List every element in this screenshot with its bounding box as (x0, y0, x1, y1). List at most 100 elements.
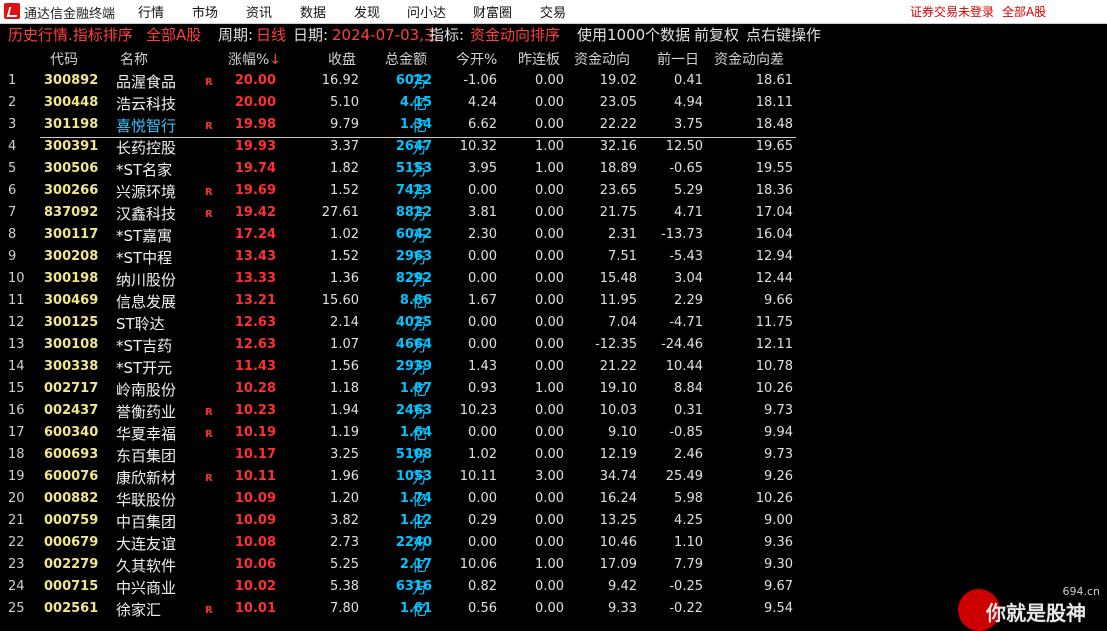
table-row[interactable]: 24 000715 中兴商业 10.02 5.38 6316 万 0.82 0.00 9.42 -0… (0, 577, 800, 599)
prev-day-flow: 3.75 (674, 117, 703, 132)
column-header-change[interactable]: 涨幅%↓ (228, 49, 281, 69)
amount-unit: 万 (412, 161, 428, 179)
stock-name: ST聆达 (116, 315, 165, 333)
column-header-streak[interactable]: 昨连板 (518, 49, 560, 69)
column-header-code[interactable]: 代码 (50, 49, 78, 69)
prev-day-flow: 25.49 (665, 469, 703, 484)
prev-day-flow: -24.46 (661, 337, 703, 352)
open-percent: 0.29 (468, 513, 497, 528)
table-row[interactable]: 25 002561 徐家汇 R 10.01 7.80 1.61 亿 0.56 0.00 9.33 -0… (0, 599, 800, 621)
table-row[interactable]: 12 300125 ST聆达 12.63 2.14 4025 万 0.00 0.00 7.04 -4… (0, 313, 800, 335)
stock-code: 300266 (44, 183, 99, 198)
fund-flow: 23.65 (599, 183, 637, 198)
menu-xiaoda[interactable]: 问小达 (407, 2, 446, 21)
table-row[interactable]: 14 300338 *ST开元 11.43 1.56 2939 万 1.43 0.00 21.22… (0, 357, 800, 379)
column-header-name[interactable]: 名称 (120, 49, 148, 69)
table-row[interactable]: 16 002437 誉衡药业 R 10.23 1.94 2463 万 10.23 0.00 10.0… (0, 401, 800, 423)
column-header-prev-day[interactable]: 前一日 (657, 49, 699, 69)
adjust-mode[interactable]: 前复权 (694, 24, 739, 46)
table-row[interactable]: 1 300892 品渥食品 R 20.00 16.92 6022 万 -1.06 0.00 19.0… (0, 71, 800, 93)
table-row[interactable]: 2 300448 浩云科技 20.00 5.10 4.15 亿 4.24 0.00 23.05 4.… (0, 93, 800, 115)
amount-unit: 万 (412, 535, 428, 553)
period-value[interactable]: 日线 (256, 24, 286, 46)
prev-day-flow: 10.44 (665, 359, 703, 374)
row-index: 21 (8, 513, 25, 528)
flow-diff: 11.75 (755, 315, 793, 330)
close-price: 2.14 (330, 315, 359, 330)
table-row[interactable]: 6 300266 兴源环境 R 19.69 1.52 7423 万 0.00 0.00 23.65 5… (0, 181, 800, 203)
flow-diff: 12.44 (755, 271, 793, 286)
stock-code: 000715 (44, 579, 99, 594)
table-row[interactable]: 18 600693 东百集团 10.17 3.25 5108 万 1.02 0.00 12.19 2… (0, 445, 800, 467)
table-row[interactable]: 5 300506 *ST名家 19.74 1.82 5153 万 3.95 1.00 18.89-… (0, 159, 800, 181)
close-price: 16.92 (321, 73, 359, 88)
amount-unit: 万 (412, 139, 428, 157)
fund-flow: 18.89 (599, 161, 637, 176)
table-row[interactable]: 11 300469 信息发展 13.21 15.60 8.86 亿 1.67 0.00 11.95… (0, 291, 800, 313)
menu-market-quotes[interactable]: 行情 (138, 2, 164, 21)
table-row[interactable]: 20 000882 华联股份 10.09 1.20 1.74 亿 0.00 0.00 16.24 5… (0, 489, 800, 511)
table-row[interactable]: 19 600076 康欣新材 R 10.11 1.96 1053 万 10.11 3.00 34.7… (0, 467, 800, 489)
flow-diff: 19.65 (755, 139, 793, 154)
fund-flow: 23.05 (599, 95, 637, 110)
stock-code: 600693 (44, 447, 99, 462)
amount-unit: 亿 (412, 601, 428, 619)
row-index: 12 (8, 315, 25, 330)
menu-data[interactable]: 数据 (300, 2, 326, 21)
column-header-fund-flow[interactable]: 资金动向 (574, 49, 630, 69)
table-row[interactable]: 7 837092 汉鑫科技 R 19.42 27.61 8822 万 3.81 0.00 21.75… (0, 203, 800, 225)
table-row[interactable]: 8 300117 *ST嘉寓 17.24 1.02 6042 万 2.30 0.00 2.31 -1… (0, 225, 800, 247)
close-price: 15.60 (321, 293, 359, 308)
prev-limit-streak: 0.00 (535, 513, 564, 528)
table-row[interactable]: 4 300391 长药控股 19.93 3.37 2647 万 10.32 1.00 32.16 1… (0, 137, 800, 159)
indicator-value[interactable]: 资金动向排序 (470, 24, 560, 46)
amount-unit: 万 (412, 227, 428, 245)
menu-market[interactable]: 市场 (192, 2, 218, 21)
stock-name: 兴源环境 (116, 183, 177, 201)
margin-flag: R (205, 429, 213, 440)
date-value[interactable]: 2024-07-03,三 (332, 24, 439, 46)
menu-discover[interactable]: 发现 (354, 2, 380, 21)
table-row[interactable]: 17 600340 华夏幸福 R 10.19 1.19 1.64 亿 0.00 0.00 9.10-… (0, 423, 800, 445)
row-index: 5 (8, 161, 17, 176)
stock-name: 东百集团 (116, 447, 177, 465)
open-percent: 3.81 (468, 205, 497, 220)
prev-day-flow: -4.71 (669, 315, 703, 330)
stock-name: 华联股份 (116, 491, 177, 509)
table-row[interactable]: 15 002717 岭南股份 10.28 1.18 1.87 亿 0.93 1.00 19.10 8… (0, 379, 800, 401)
fund-flow: 7.51 (608, 249, 637, 264)
amount-unit: 万 (412, 337, 428, 355)
table-row[interactable]: 13 300108 *ST吉药 12.63 1.07 4664 万 0.00 0.00 -12.3… (0, 335, 800, 357)
prev-day-flow: -0.65 (669, 161, 703, 176)
table-row[interactable]: 22 000679 大连友谊 10.08 2.73 2240 万 0.00 0.00 10.46 1… (0, 533, 800, 555)
prev-day-flow: 0.31 (674, 403, 703, 418)
table-row[interactable]: 21 000759 中百集团 10.09 3.82 1.12 亿 0.29 0.00 13.25 4… (0, 511, 800, 533)
market-scope[interactable]: 全部A股 (1002, 3, 1046, 20)
ranking-info-bar: 历史行情.指标排序 全部A股 周期: 日线 日期: 2024-07-03,三 指… (0, 24, 1107, 46)
column-header-close[interactable]: 收盘 (328, 49, 356, 69)
column-header-open[interactable]: 今开% (456, 49, 497, 69)
prev-day-flow: 3.04 (674, 271, 703, 286)
table-row[interactable]: 9 300208 *ST中程 13.43 1.52 2963 万 0.00 0.00 7.51 -5… (0, 247, 800, 269)
change-percent: 10.09 (234, 491, 276, 506)
column-header-flow-diff[interactable]: 资金动向差 (714, 49, 784, 69)
menu-news[interactable]: 资讯 (246, 2, 272, 21)
open-percent: 0.00 (468, 491, 497, 506)
row-index: 14 (8, 359, 25, 374)
close-price: 1.94 (330, 403, 359, 418)
prev-day-flow: 8.84 (674, 381, 703, 396)
scope-label[interactable]: 全部A股 (146, 24, 201, 46)
open-percent: 2.30 (468, 227, 497, 242)
menu-trade[interactable]: 交易 (540, 2, 566, 21)
flow-diff: 18.61 (755, 73, 793, 88)
prev-day-flow: 7.79 (674, 557, 703, 572)
table-row[interactable]: 10 300198 纳川股份 13.33 1.36 8292 万 0.00 0.00 15.48 3… (0, 269, 800, 291)
table-row[interactable]: 23 002279 久其软件 10.06 5.25 2.17 亿 10.06 1.00 17.09… (0, 555, 800, 577)
table-row[interactable]: 3 301198 喜悦智行 R 19.98 9.79 1.34 亿 6.62 0.00 22.22 3… (0, 115, 800, 137)
open-percent: 1.02 (468, 447, 497, 462)
change-percent: 19.74 (234, 161, 276, 176)
login-status[interactable]: 证券交易未登录 (910, 3, 994, 20)
amount-unit: 亿 (412, 425, 428, 443)
menu-wealth-circle[interactable]: 财富圈 (473, 2, 512, 21)
column-header-amount[interactable]: 总金额 (385, 49, 427, 69)
